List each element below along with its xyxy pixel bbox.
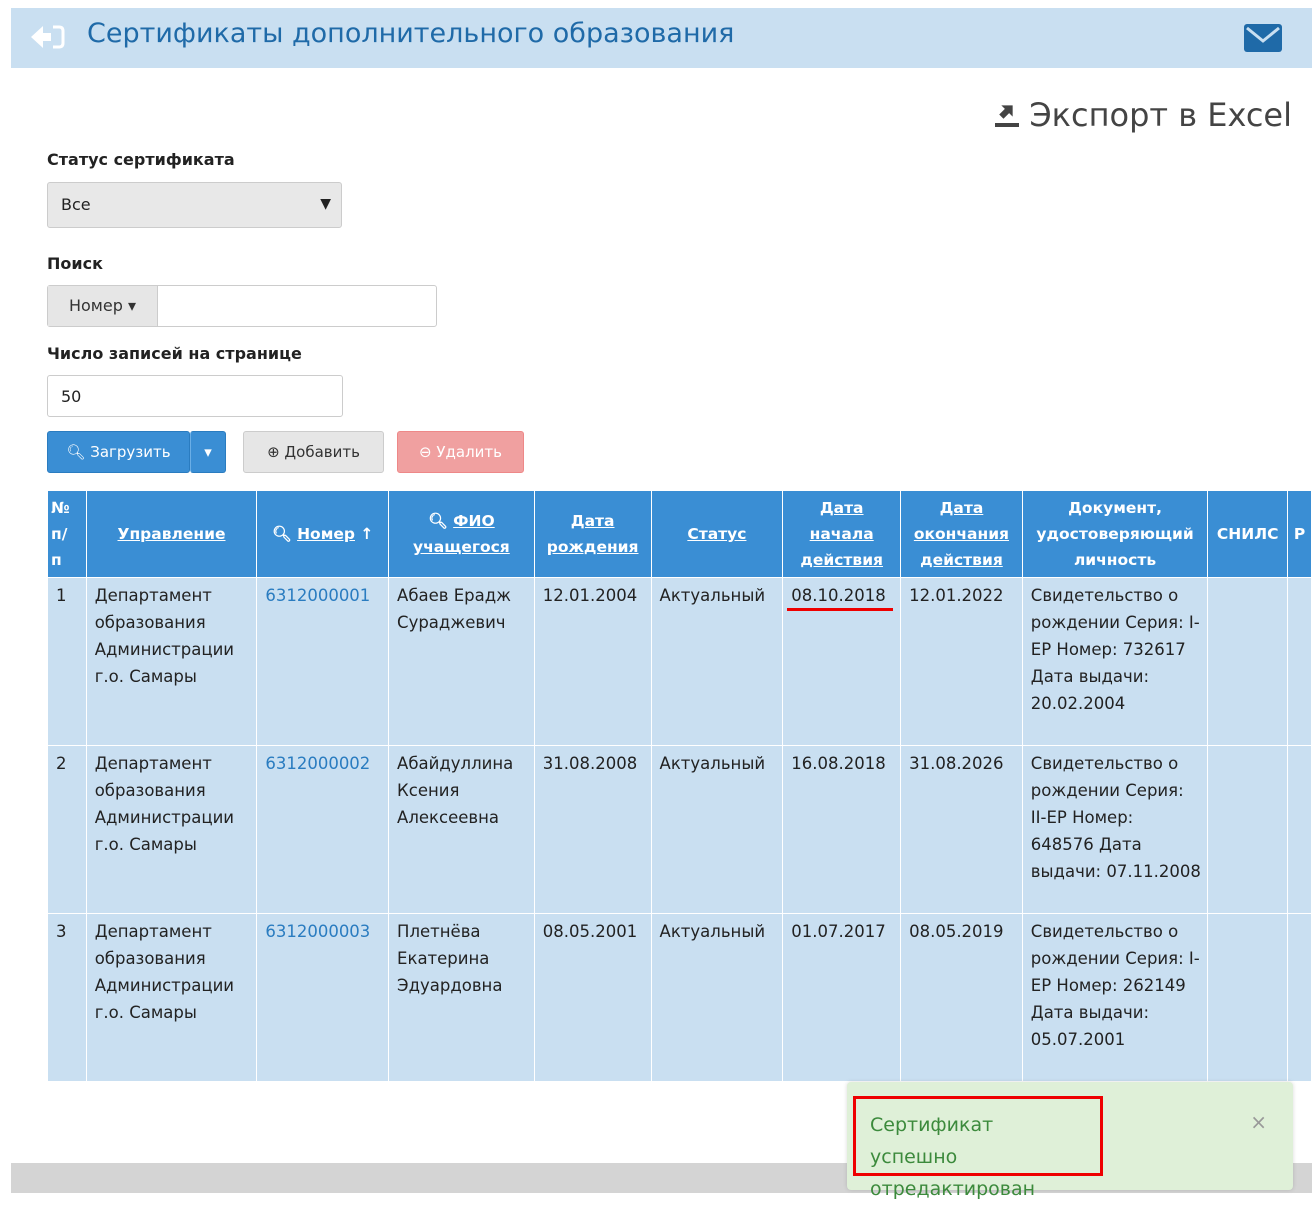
cell-start: 08.10.2018 [782,577,902,746]
add-button[interactable]: ⊕ Добавить [243,431,384,473]
cell-birth: 31.08.2008 [533,745,652,914]
certificates-table: № п/ п Управление 🔍︎ Номер ↑ 🔍︎ ФИО учащ… [47,490,1312,1082]
toast-message: Сертификат успешно отредактирован [853,1096,1103,1200]
plus-circle-icon: ⊕ [267,443,280,461]
col-header-status[interactable]: Статус [650,490,784,578]
table-row: 1 Департамент образования Администрации … [47,577,1312,746]
table-row: 2 Департамент образования Администрации … [47,745,1312,914]
cell-document: Свидетельство о рождении Серия: II-ЕР Но… [1021,745,1209,914]
delete-label: Удалить [436,443,502,461]
table-row: 3 Департамент образования Администрации … [47,913,1312,1082]
col-header-number[interactable]: 🔍︎ Номер ↑ [256,490,390,578]
export-excel-button[interactable]: Экспорт в Excel [993,96,1292,134]
add-label: Добавить [284,443,360,461]
search-icon: 🔍︎ [271,525,292,543]
cell-status: Актуальный [650,745,784,914]
cell-birth: 08.05.2001 [533,913,652,1082]
cell-snils [1207,913,1289,1082]
col-header-index: № п/ п [47,490,87,578]
cell-document: Свидетельство о рождении Серия: I-ЕР Ном… [1021,577,1209,746]
cell-number-link[interactable]: 6312000002 [256,745,390,914]
highlight-underline [787,608,893,611]
col-header-birth[interactable]: Дата рождения [533,490,652,578]
cell-number-link[interactable]: 6312000003 [256,913,390,1082]
delete-button: ⊖ Удалить [397,431,524,473]
table-header-row: № п/ п Управление 🔍︎ Номер ↑ 🔍︎ ФИО учащ… [47,490,1312,578]
col-header-extra: Р [1287,490,1312,578]
search-group: Номер ▾ [47,285,437,327]
col-header-snils: СНИЛС [1207,490,1289,578]
search-field-dropdown[interactable]: Номер ▾ [48,286,158,326]
cell-extra [1287,577,1312,746]
export-icon [995,105,1020,127]
status-select-value: Все [61,195,91,214]
minus-circle-icon: ⊖ [419,443,432,461]
cell-status: Актуальный [650,913,784,1082]
success-toast: Сертификат успешно отредактирован × [847,1082,1293,1200]
back-icon[interactable] [29,22,65,52]
cell-extra [1287,913,1312,1082]
cell-status: Актуальный [650,577,784,746]
perpage-input[interactable]: 50 [47,375,343,417]
col-header-start[interactable]: Дата начала действия [782,490,902,578]
export-label: Экспорт в Excel [1029,96,1292,134]
caret-down-icon: ▾ [204,443,212,461]
load-label: Загрузить [90,443,171,461]
col-header-document: Документ, удостоверяющий личность [1021,490,1209,578]
cell-end: 08.05.2019 [900,913,1023,1082]
col-header-department[interactable]: Управление [85,490,258,578]
cell-birth: 12.01.2004 [533,577,652,746]
cell-name: Абайдуллина Ксения Алексеевна [388,745,535,914]
search-icon: 🔍︎ [428,512,448,530]
page-title: Сертификаты дополнительного образования [87,18,735,49]
cell-end: 12.01.2022 [900,577,1023,746]
cell-department: Департамент образования Администрации г.… [85,577,258,746]
load-dropdown-button[interactable]: ▾ [190,431,226,473]
cell-extra [1287,745,1312,914]
cell-department: Департамент образования Администрации г.… [85,745,258,914]
cell-start: 16.08.2018 [782,745,902,914]
search-input[interactable] [158,286,436,326]
cell-start: 01.07.2017 [782,913,902,1082]
cell-index: 1 [47,577,87,746]
cell-end: 31.08.2026 [900,745,1023,914]
cell-snils [1207,577,1289,746]
cell-department: Департамент образования Администрации г.… [85,913,258,1082]
load-button[interactable]: 🔍︎ Загрузить [47,431,190,473]
header-bar: Сертификаты дополнительного образования [11,8,1312,68]
search-label: Поиск [47,254,103,273]
cell-number-link[interactable]: 6312000001 [256,577,390,746]
mail-icon[interactable] [1244,24,1282,52]
sort-asc-icon: ↑ [360,525,374,543]
cell-snils [1207,745,1289,914]
search-icon: 🔍︎ [66,443,86,461]
col-header-name[interactable]: 🔍︎ ФИО учащегося [388,490,535,578]
status-label: Статус сертификата [47,150,235,169]
perpage-label: Число записей на странице [47,344,302,363]
cell-name: Плетнёва Екатерина Эдуардовна [388,913,535,1082]
status-select[interactable]: Все ▼ [47,182,342,228]
cell-name: Абаев Ерадж Сураджевич [388,577,535,746]
close-icon[interactable]: × [1250,1110,1267,1134]
caret-down-icon: ▼ [320,196,331,212]
cell-document: Свидетельство о рождении Серия: I-ЕР Ном… [1021,913,1209,1082]
col-header-end[interactable]: Дата окончания действия [900,490,1023,578]
cell-index: 2 [47,745,87,914]
cell-index: 3 [47,913,87,1082]
